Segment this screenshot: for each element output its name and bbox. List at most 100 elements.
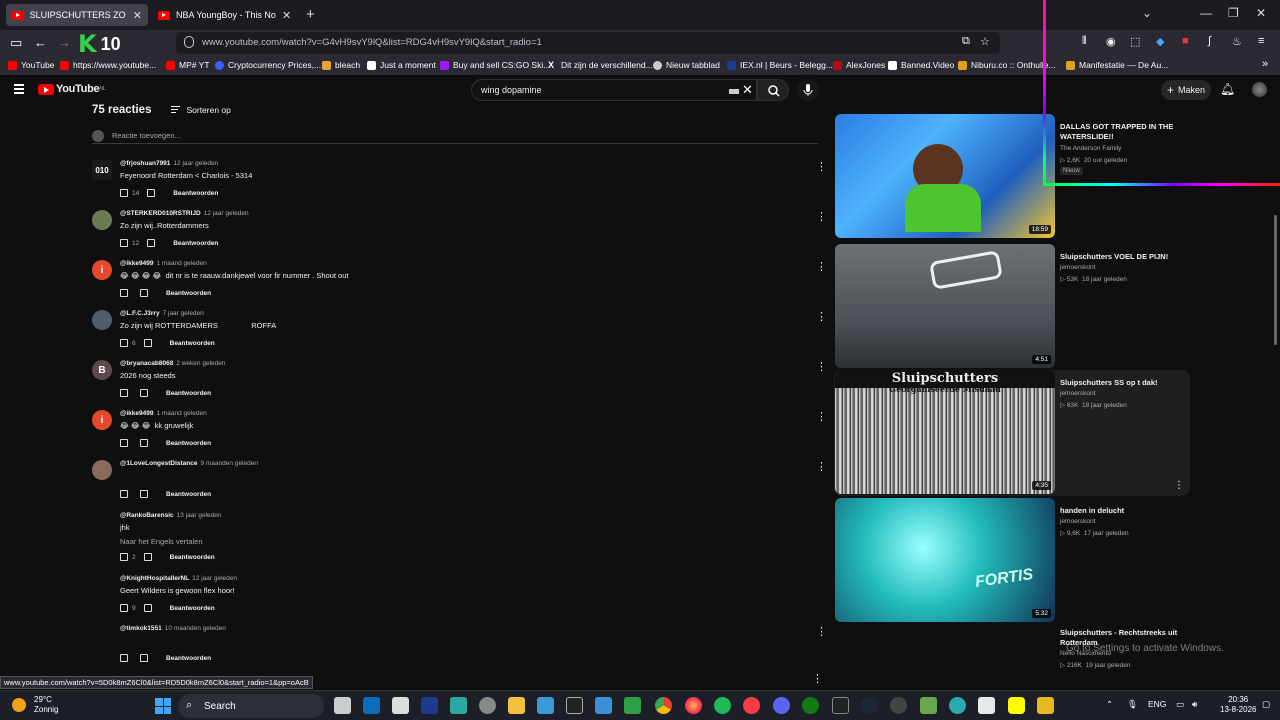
bookmark-niburu[interactable]: Niburu.co :: Onthulle... [958,60,1056,70]
video-thumbnail[interactable]: Sluipschutters Georganiseerde Misdaad 4:… [835,370,1055,494]
comment-author[interactable]: @ikke9499 [120,410,153,417]
photos-icon[interactable] [595,697,612,714]
app-dial-icon[interactable] [890,697,907,714]
avatar[interactable] [92,310,112,330]
phone-link-icon[interactable] [450,697,467,714]
dislike-icon[interactable] [140,654,148,662]
calculator-icon[interactable] [392,697,409,714]
app-green-icon[interactable] [624,697,641,714]
windows-start-icon[interactable] [155,698,171,714]
steam-icon[interactable] [861,697,878,714]
tray-overflow-icon[interactable]: ⌃ [1106,699,1113,710]
comment-author[interactable]: @RankoBarensic [120,512,174,519]
new-tab-icon[interactable]: + [306,6,315,23]
like-icon[interactable] [120,439,128,447]
comment-time[interactable]: 12 jaar geleden [192,575,237,582]
dislike-icon[interactable] [147,239,156,247]
network-icon[interactable]: ▭ [1176,699,1184,710]
comment-time[interactable]: 12 jaar geleden [204,210,249,217]
terminal-icon[interactable] [566,697,583,714]
settings-icon[interactable] [479,697,496,714]
avatar[interactable]: B [92,360,112,380]
comment-time[interactable]: 1 maand geleden [156,260,206,267]
chrome-icon[interactable] [655,697,672,714]
reply-button[interactable]: Beantwoorden [166,440,211,447]
search-button[interactable] [757,79,789,101]
k-extension-badge[interactable]: K 10 [78,30,121,58]
reply-button[interactable]: Beantwoorden [170,605,215,612]
avatar[interactable]: i [92,410,112,430]
like-icon[interactable] [120,654,128,662]
avatar[interactable] [92,460,112,480]
dislike-icon[interactable] [140,389,148,397]
comment-menu-icon[interactable]: ⋮ [816,362,827,373]
channel-name[interactable]: jemoerskont [1060,390,1095,397]
comment-author[interactable]: @timkok1551 [120,625,162,632]
extension-red-icon[interactable]: ■ [1182,35,1189,47]
epic-games-icon[interactable] [832,697,849,714]
like-icon[interactable] [120,490,128,498]
extension-slash-icon[interactable]: ∫ [1208,35,1211,47]
forward-icon[interactable]: → [58,35,71,50]
reply-button[interactable]: Beantwoorden [166,655,211,662]
like-icon[interactable] [120,289,128,297]
system-clock[interactable]: 20:36 13-8-2026 [1220,695,1256,715]
search-input[interactable]: wing dopamine ✕ [471,79,757,101]
comment-menu-icon[interactable]: ⋮ [816,312,827,323]
app-sbo-icon[interactable] [421,697,438,714]
discord-icon[interactable] [773,697,790,714]
avatar[interactable] [1252,82,1267,97]
bookmark-x-post[interactable]: X Dit zijn de verschillend... [548,60,653,70]
comment-menu-icon[interactable]: ⋮ [816,262,827,273]
comment-author[interactable]: @frjoshuan7991 [120,160,170,167]
dislike-icon[interactable] [140,289,148,297]
extension-blue-icon[interactable]: ◆ [1156,35,1164,48]
outlook-icon[interactable] [363,697,380,714]
video-card[interactable]: 18:59 DALLAS GOT TRAPPED IN THE WATERSLI… [834,114,1190,240]
address-bar[interactable]: www.youtube.com/watch?v=G4vH9svY9lQ&list… [176,32,1000,54]
app-leaf-icon[interactable] [920,697,937,714]
comment-menu-icon[interactable]: ⋮ [816,412,827,423]
comment-author[interactable]: @STERKERD010RSTRIJD [120,210,201,217]
back-icon[interactable]: ← [34,35,47,50]
avatar[interactable]: i [92,260,112,280]
reply-button[interactable]: Beantwoorden [166,491,211,498]
keyboard-icon[interactable] [729,89,739,94]
comment-time[interactable]: 10 maanden geleden [165,625,226,632]
bookmark-crypto[interactable]: Cryptocurrency Prices,... [215,60,321,70]
extensions-icon[interactable]: ⬚ [1130,35,1140,48]
sort-button[interactable]: Sorteren op [171,105,231,115]
scrollbar[interactable] [1274,215,1277,345]
video-thumbnail[interactable]: 18:59 [835,114,1055,238]
music-icon[interactable] [743,697,760,714]
translate-link[interactable]: Naar het Engels vertalen [120,537,203,546]
bookmark-banned-video[interactable]: Banned.Video [888,60,954,70]
bookmark-just-a-moment[interactable]: Just a moment [367,60,436,70]
notification-icon[interactable]: ▢ [1262,699,1270,710]
comment-menu-icon[interactable]: ⋮ [816,462,827,473]
comment-author[interactable]: @KnightHospitallerNL [120,575,189,582]
store-icon[interactable] [537,697,554,714]
channel-name[interactable]: jemoerskont [1060,264,1095,271]
comment-menu-icon[interactable]: ⋮ [816,212,827,223]
channel-name[interactable]: jemoerskont [1060,518,1095,525]
more-bookmarks-icon[interactable]: » [1262,58,1268,70]
minimize-icon[interactable]: — [1200,6,1212,20]
app-globe-icon[interactable] [949,697,966,714]
like-icon[interactable] [120,239,128,247]
avatar[interactable]: 010 [92,160,112,180]
bookmark-bleach[interactable]: bleach [322,60,360,70]
comment-author[interactable]: @L.F.C.J3rry [120,310,160,317]
voice-search-button[interactable] [797,79,819,101]
bookmark-mp-yt[interactable]: MP# YT [166,60,210,70]
comment-time[interactable]: 9 maanden geleden [201,460,258,467]
reply-button[interactable]: Beantwoorden [166,290,211,297]
dislike-icon[interactable] [140,439,148,447]
comment-author[interactable]: @ikke9499 [120,260,153,267]
video-title[interactable]: Sluipschutters VOEL DE PIJN! [1060,252,1184,262]
create-button[interactable]: + Maken [1161,80,1211,100]
picture-in-picture-icon[interactable]: ⧉ [962,35,970,48]
guide-menu-icon[interactable] [14,84,24,96]
account-icon[interactable]: ◉ [1106,35,1116,48]
snapchat-icon[interactable] [1008,697,1025,714]
